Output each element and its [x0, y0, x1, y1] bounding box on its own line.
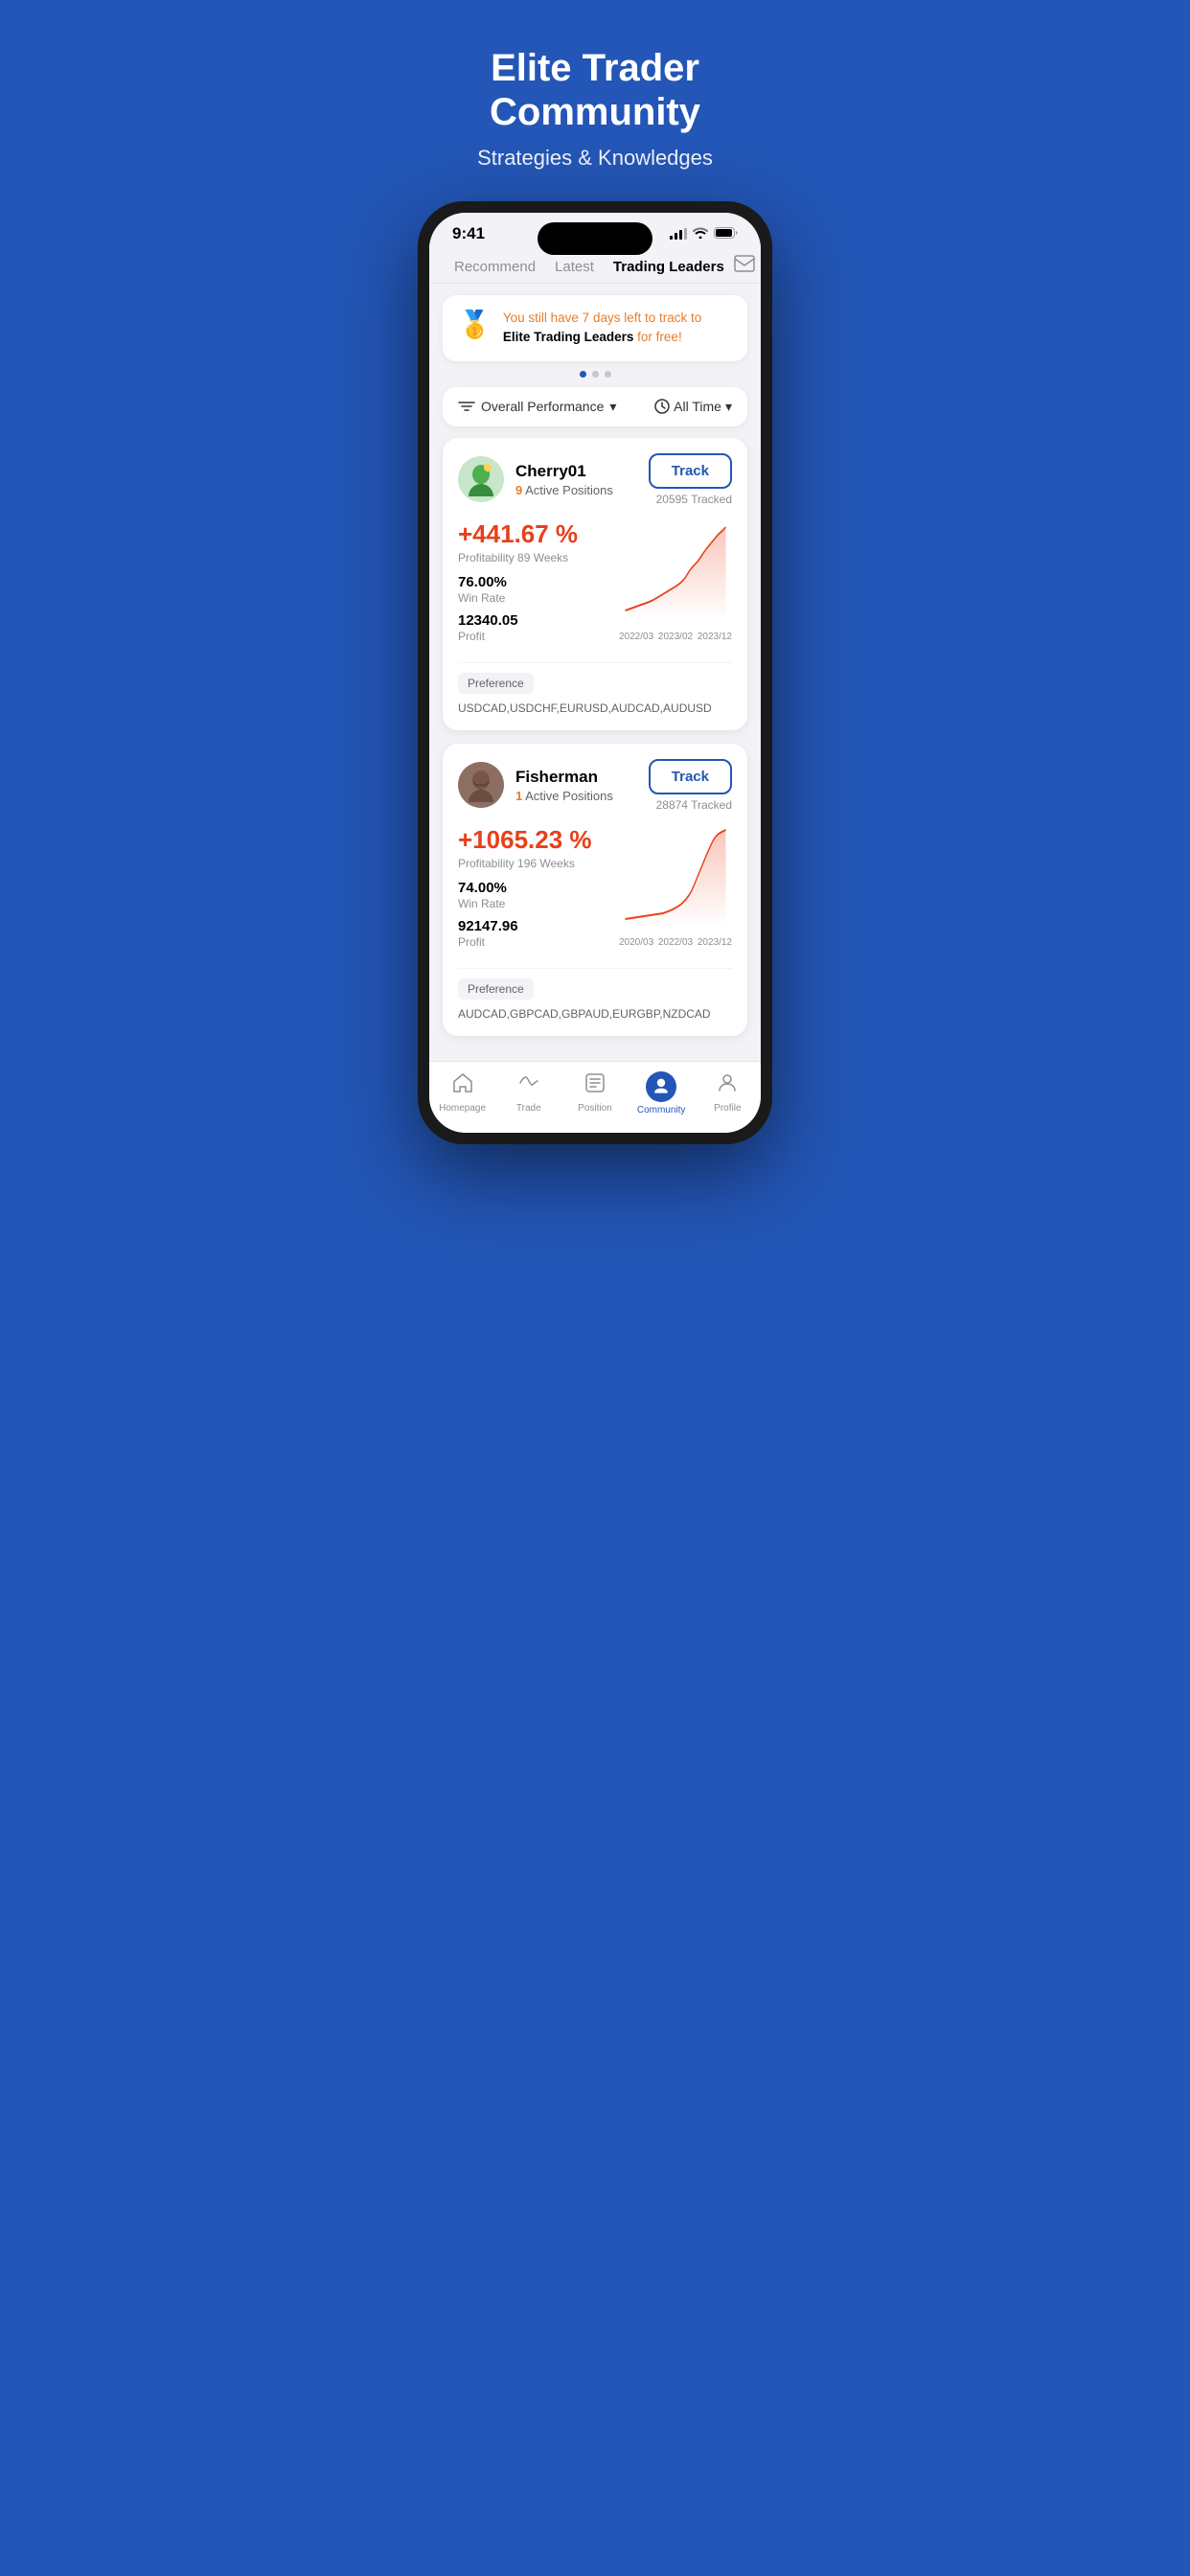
- hero-section: Elite TraderCommunity Strategies & Knowl…: [397, 0, 793, 201]
- chart-labels-fisherman: 2020/03 2022/03 2023/12: [619, 937, 732, 948]
- track-button-cherry01[interactable]: Track: [649, 453, 732, 489]
- promo-text-highlight: You still have 7 days left to track to: [503, 310, 701, 325]
- trader-name-fisherman: Fisherman: [515, 768, 613, 787]
- preference-row-cherry01: Preference USDCAD,USDCHF,EURUSD,AUDCAD,A…: [458, 662, 732, 715]
- nav-item-community[interactable]: Community: [632, 1071, 690, 1116]
- bottom-nav: Homepage Trade: [429, 1061, 761, 1133]
- nav-label-profile: Profile: [714, 1103, 741, 1114]
- dot-2: [592, 371, 599, 378]
- trader-stats-left-2: +1065.23 % Profitability 196 Weeks 74.00…: [458, 825, 611, 956]
- preference-badge-fisherman: Preference: [458, 978, 534, 1000]
- chart-labels-cherry01: 2022/03 2023/02 2023/12: [619, 632, 732, 642]
- chart-svg-fisherman: [619, 825, 732, 931]
- phone-inner: 9:41: [429, 213, 761, 1133]
- filter-performance[interactable]: Overall Performance ▾: [458, 399, 616, 415]
- profile-icon: [716, 1071, 739, 1100]
- tab-recommend[interactable]: Recommend: [445, 255, 545, 279]
- status-bar: 9:41: [429, 213, 761, 247]
- wifi-icon: [693, 226, 708, 242]
- promo-text: You still have 7 days left to track to E…: [503, 309, 732, 348]
- status-time: 9:41: [452, 224, 485, 243]
- track-button-fisherman[interactable]: Track: [649, 759, 732, 794]
- nav-label-homepage: Homepage: [439, 1103, 486, 1114]
- filter-bar: Overall Performance ▾ All Time ▾: [443, 387, 747, 426]
- hero-title: Elite TraderCommunity: [420, 46, 770, 134]
- trader-positions-fisherman: 1 Active Positions: [515, 789, 613, 803]
- tracked-count-cherry01: 20595 Tracked: [656, 493, 732, 506]
- dot-indicators: [443, 371, 747, 378]
- trader-info-2: Fisherman 1 Active Positions: [458, 762, 613, 808]
- profit-label-fisherman: Profit: [458, 935, 611, 949]
- trader-header-1: Cherry01 9 Active Positions Track 20595 …: [458, 453, 732, 506]
- dynamic-island: [538, 222, 652, 255]
- profitability-fisherman: Profitability 196 Weeks: [458, 857, 611, 870]
- time-chevron: ▾: [725, 399, 732, 415]
- page-wrapper: Elite TraderCommunity Strategies & Knowl…: [397, 0, 793, 1163]
- profit-pct-fisherman: +1065.23 %: [458, 825, 611, 855]
- nav-item-position[interactable]: Position: [566, 1071, 624, 1116]
- profit-value-cherry01: 12340.05: [458, 612, 611, 629]
- trade-icon: [517, 1071, 540, 1100]
- trader-card-fisherman: Fisherman 1 Active Positions Track 28874…: [443, 744, 747, 1036]
- time-label: All Time: [674, 399, 721, 414]
- tab-trading-leaders[interactable]: Trading Leaders: [604, 255, 734, 279]
- trader-header-2: Fisherman 1 Active Positions Track 28874…: [458, 759, 732, 812]
- profitability-cherry01: Profitability 89 Weeks: [458, 551, 611, 564]
- track-btn-area-1: Track 20595 Tracked: [649, 453, 732, 506]
- nav-item-homepage[interactable]: Homepage: [434, 1071, 492, 1116]
- dot-1: [580, 371, 586, 378]
- trader-info-1: Cherry01 9 Active Positions: [458, 456, 613, 502]
- home-icon: [451, 1071, 474, 1100]
- win-rate-value-cherry01: 76.00%: [458, 574, 611, 590]
- sort-icon: [458, 399, 475, 414]
- nav-item-trade[interactable]: Trade: [500, 1071, 558, 1116]
- tab-latest[interactable]: Latest: [545, 255, 604, 279]
- trader-stats-left-1: +441.67 % Profitability 89 Weeks 76.00% …: [458, 519, 611, 651]
- nav-label-community: Community: [637, 1105, 686, 1116]
- profit-value-fisherman: 92147.96: [458, 918, 611, 934]
- position-icon: [584, 1071, 606, 1100]
- promo-banner: 🥇 You still have 7 days left to track to…: [443, 295, 747, 361]
- trader-positions-cherry01: 9 Active Positions: [515, 483, 613, 497]
- battery-icon: [714, 226, 738, 242]
- win-rate-label-cherry01: Win Rate: [458, 591, 611, 605]
- trader-name-cherry01: Cherry01: [515, 462, 613, 481]
- promo-text-end: for free!: [633, 330, 681, 344]
- promo-icon: 🥇: [458, 309, 492, 340]
- trader-stats-row-1: +441.67 % Profitability 89 Weeks 76.00% …: [458, 519, 732, 651]
- performance-chevron: ▾: [609, 399, 616, 415]
- nav-label-trade: Trade: [516, 1103, 541, 1114]
- track-btn-area-2: Track 28874 Tracked: [649, 759, 732, 812]
- chart-area-cherry01: 2022/03 2023/02 2023/12: [619, 519, 732, 651]
- preference-badge-cherry01: Preference: [458, 673, 534, 694]
- filter-time[interactable]: All Time ▾: [654, 399, 732, 415]
- phone-container: 9:41: [418, 201, 772, 1144]
- signal-bars-icon: [670, 228, 687, 240]
- chart-area-fisherman: 2020/03 2022/03 2023/12: [619, 825, 732, 956]
- profit-label-cherry01: Profit: [458, 630, 611, 643]
- status-icons: [670, 226, 738, 242]
- pairs-fisherman: AUDCAD,GBPCAD,GBPAUD,EURGBP,NZDCAD: [458, 1007, 711, 1021]
- hero-subtitle: Strategies & Knowledges: [420, 146, 770, 171]
- preference-row-fisherman: Preference AUDCAD,GBPCAD,GBPAUD,EURGBP,N…: [458, 968, 732, 1021]
- dot-3: [605, 371, 611, 378]
- trader-card-cherry01: Cherry01 9 Active Positions Track 20595 …: [443, 438, 747, 730]
- promo-text-brand: Elite Trading Leaders: [503, 330, 634, 344]
- win-rate-label-fisherman: Win Rate: [458, 897, 611, 910]
- tracked-count-fisherman: 28874 Tracked: [656, 798, 732, 812]
- mail-icon[interactable]: [734, 255, 755, 279]
- trader-avatar-cherry01: [458, 456, 504, 502]
- nav-item-profile[interactable]: Profile: [698, 1071, 756, 1116]
- win-rate-value-fisherman: 74.00%: [458, 880, 611, 896]
- community-icon: [646, 1071, 676, 1102]
- trader-avatar-fisherman: [458, 762, 504, 808]
- clock-icon: [654, 399, 670, 414]
- chart-svg-cherry01: [619, 519, 732, 625]
- performance-label: Overall Performance: [481, 399, 604, 414]
- trader-stats-row-2: +1065.23 % Profitability 196 Weeks 74.00…: [458, 825, 732, 956]
- nav-label-position: Position: [578, 1103, 612, 1114]
- pairs-cherry01: USDCAD,USDCHF,EURUSD,AUDCAD,AUDUSD: [458, 702, 712, 715]
- profit-pct-cherry01: +441.67 %: [458, 519, 611, 549]
- phone-content: 🥇 You still have 7 days left to track to…: [429, 284, 761, 1061]
